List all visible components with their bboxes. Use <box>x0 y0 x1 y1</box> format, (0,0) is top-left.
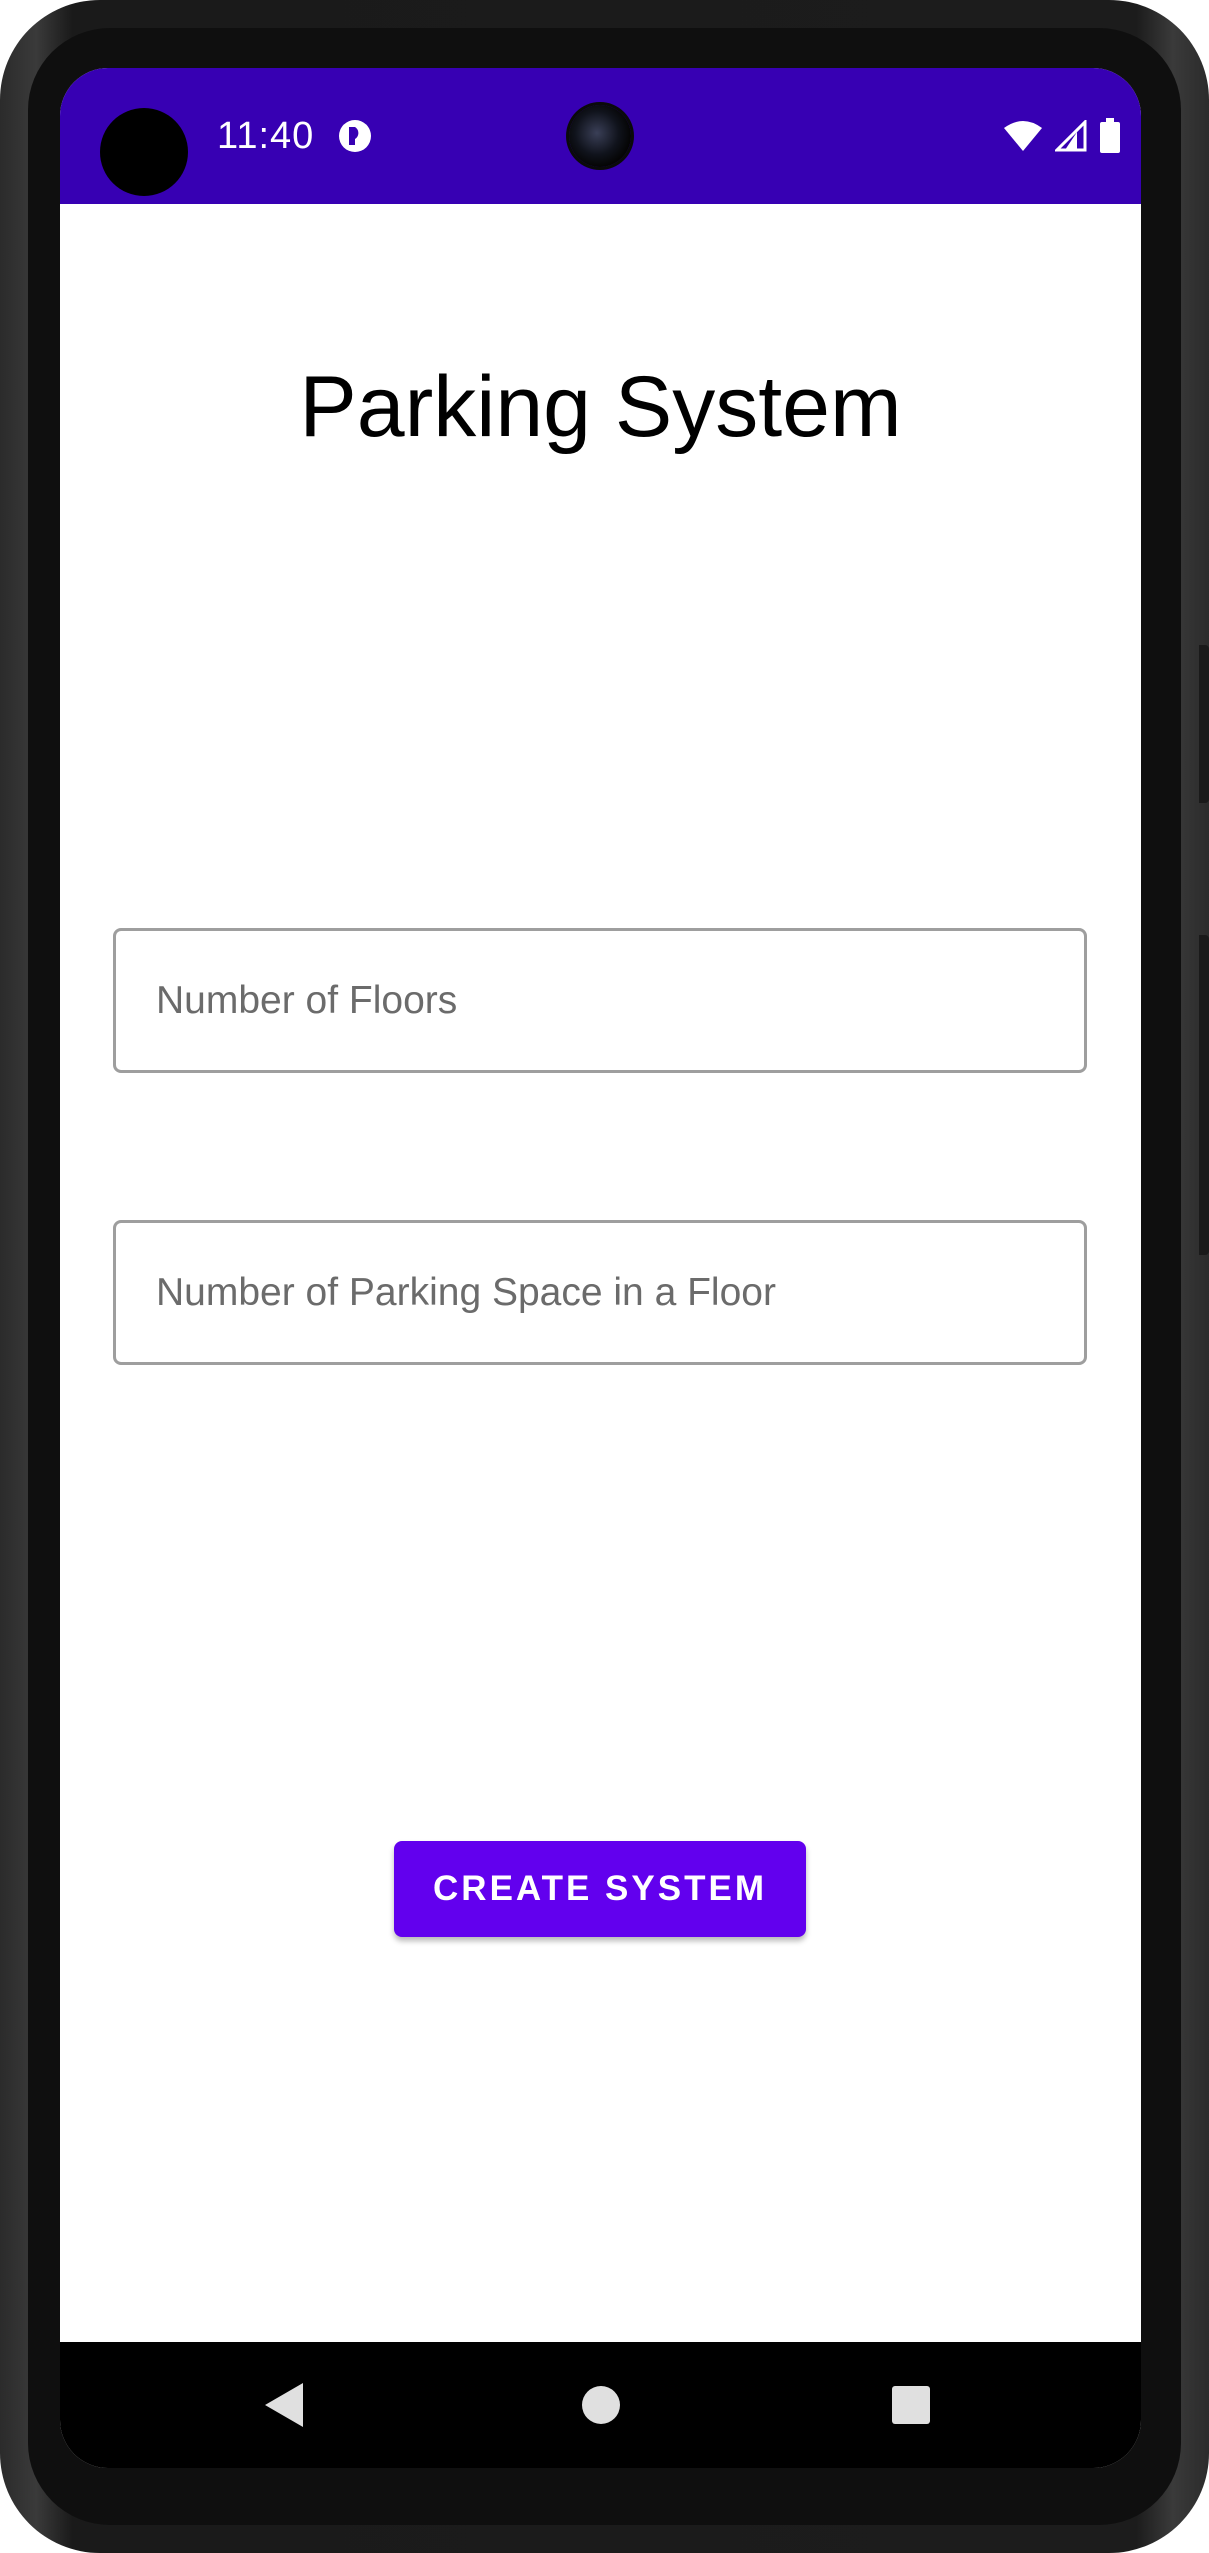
app-content: Parking System CREATE SYSTEM <box>60 204 1141 2410</box>
screen: 11:40 Parking System Number of Floors Nu… <box>60 68 1141 2468</box>
spaces-field[interactable] <box>113 1220 1087 1365</box>
app-notification-icon <box>339 120 371 152</box>
power-button <box>1199 645 1209 803</box>
home-button[interactable] <box>566 2370 636 2440</box>
spaces-input[interactable] <box>116 1223 1084 1362</box>
recents-icon <box>892 2386 930 2424</box>
cell-signal-icon <box>1055 120 1087 152</box>
battery-icon <box>1100 118 1120 153</box>
floors-input[interactable] <box>116 931 1084 1070</box>
wifi-icon <box>1004 121 1042 151</box>
page-title: Parking System <box>299 359 902 455</box>
front-camera <box>569 105 631 167</box>
phone-frame: 11:40 Parking System Number of Floors Nu… <box>0 0 1209 2553</box>
create-system-button[interactable]: CREATE SYSTEM <box>394 1841 806 1937</box>
navigation-bar <box>60 2342 1141 2468</box>
back-button[interactable] <box>250 2370 320 2440</box>
status-bar: 11:40 <box>60 68 1141 204</box>
home-icon <box>582 2386 620 2424</box>
floors-field[interactable] <box>113 928 1087 1073</box>
status-icons <box>1003 118 1121 154</box>
volume-button <box>1199 935 1209 1255</box>
status-dot <box>100 108 188 196</box>
back-icon <box>265 2383 303 2427</box>
recents-button[interactable] <box>876 2370 946 2440</box>
status-time: 11:40 <box>217 115 315 157</box>
